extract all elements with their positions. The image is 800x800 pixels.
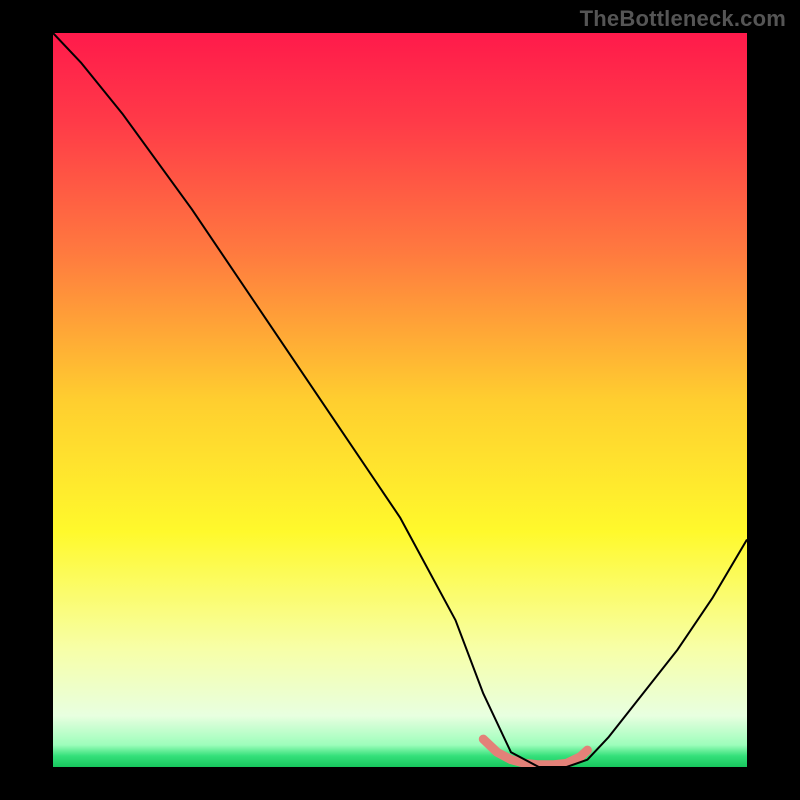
chart-frame: TheBottleneck.com [0, 0, 800, 800]
plot-area [53, 33, 747, 767]
bottleneck-chart-svg [53, 33, 747, 767]
heat-gradient-bg [53, 33, 747, 767]
watermark-text: TheBottleneck.com [580, 6, 786, 32]
